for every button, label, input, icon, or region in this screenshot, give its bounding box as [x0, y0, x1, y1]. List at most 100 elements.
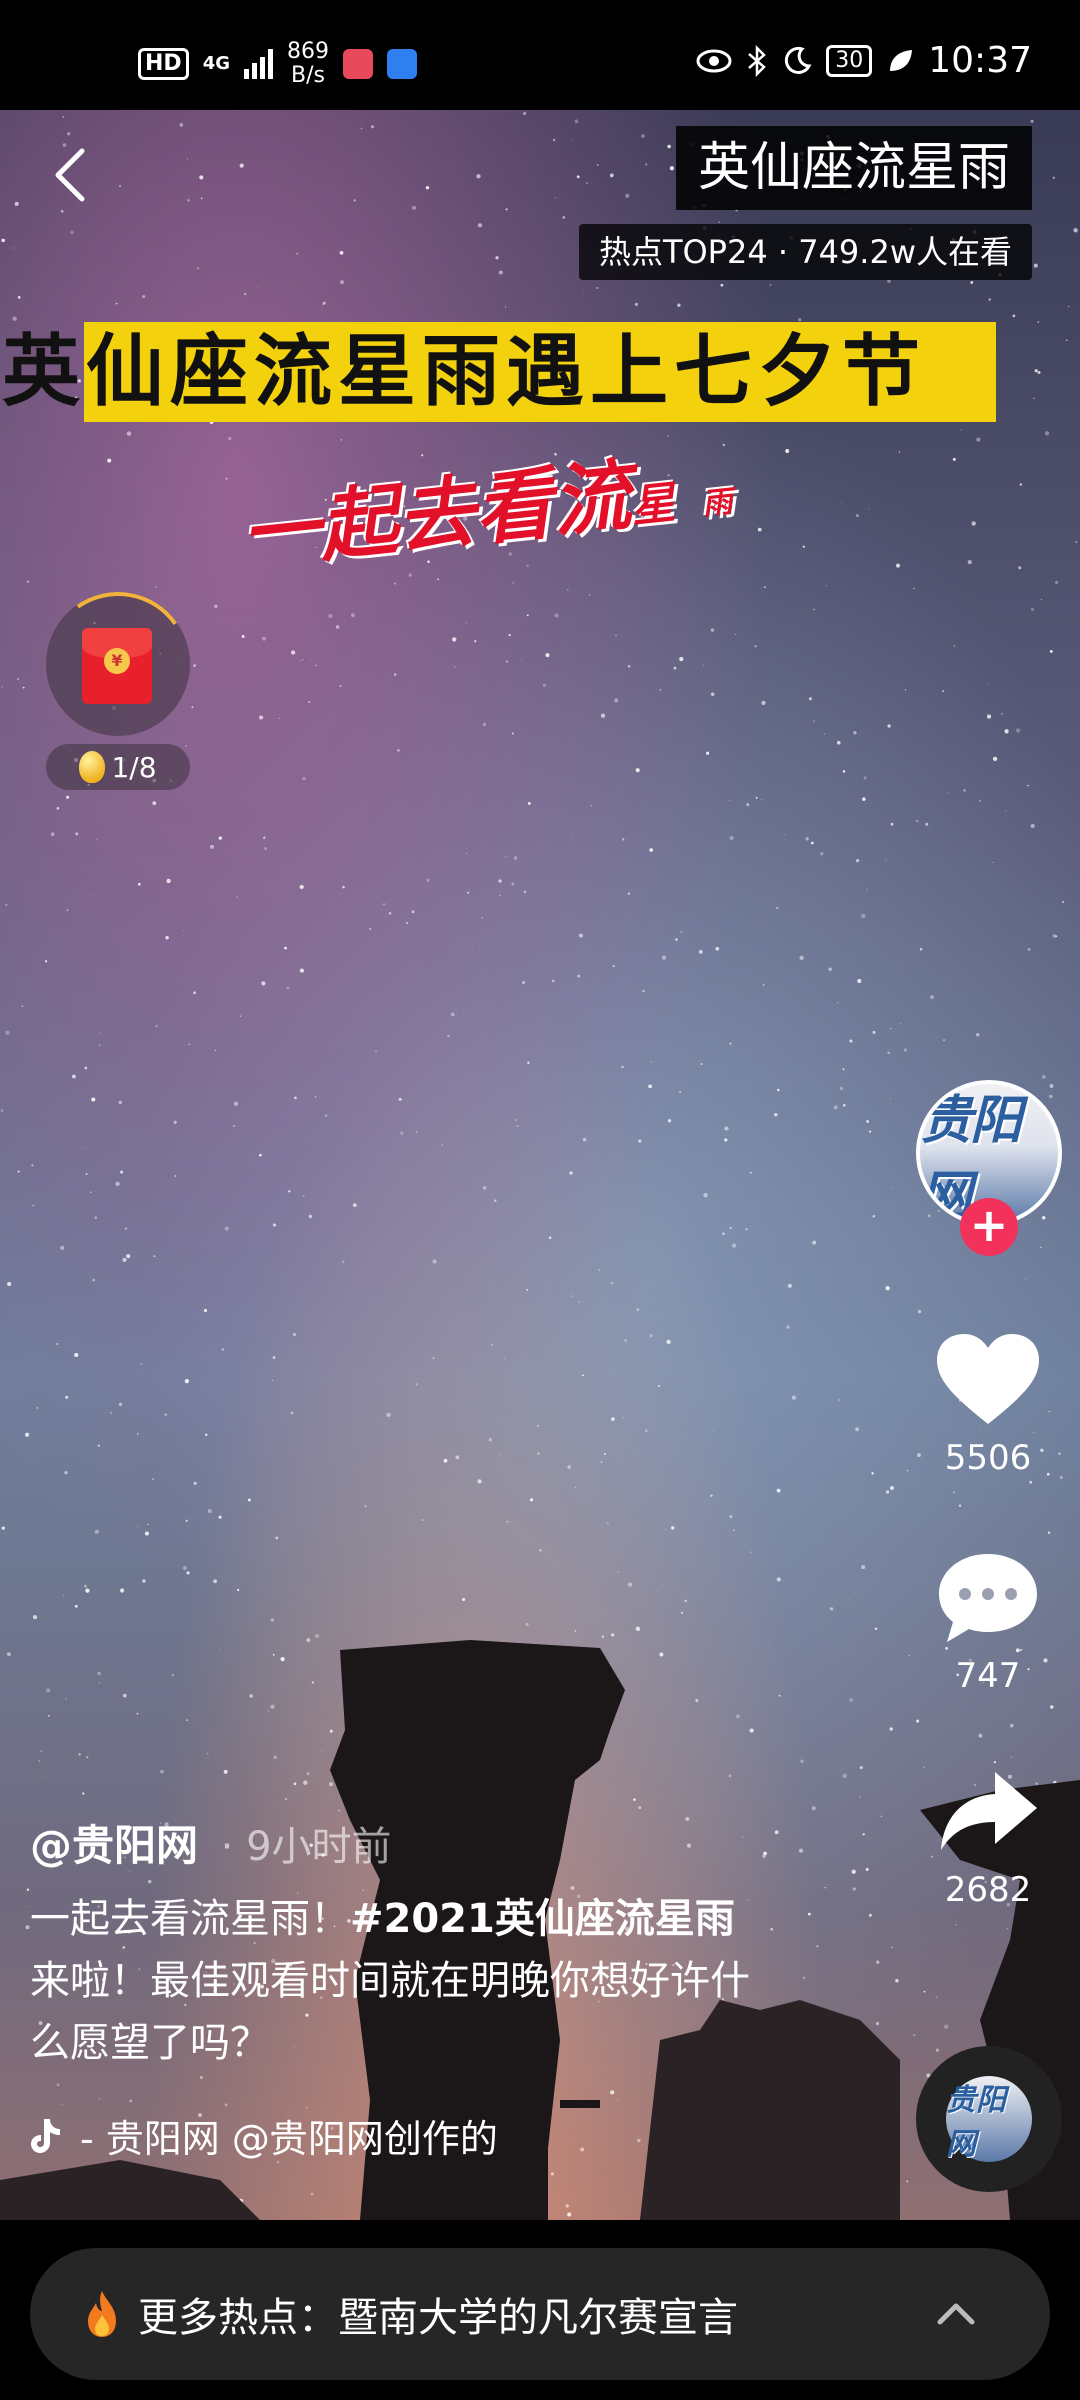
star: [567, 1465, 571, 1469]
star: [24, 1432, 30, 1437]
video-title[interactable]: 英仙座流星雨: [675, 126, 1032, 210]
star: [264, 847, 268, 850]
star: [930, 995, 934, 999]
star: [710, 692, 715, 696]
star: [627, 664, 631, 668]
star: [92, 1278, 95, 1282]
star: [986, 714, 992, 719]
star: [769, 283, 772, 287]
star: [680, 931, 683, 933]
more-hot-topics-bar[interactable]: 更多热点：暨南大学的凡尔赛宣言: [30, 2248, 1050, 2380]
star: [833, 1105, 838, 1110]
star: [474, 640, 477, 643]
subtitle-art-small: 雨: [700, 484, 735, 523]
star: [842, 770, 846, 773]
star: [173, 1120, 177, 1124]
star: [755, 796, 758, 799]
star: [204, 1433, 208, 1437]
star: [432, 1259, 437, 1264]
star: [948, 791, 950, 794]
star: [1062, 901, 1064, 903]
star: [729, 835, 734, 841]
star: [783, 833, 785, 836]
hashtag-link[interactable]: #2021英仙座流星雨: [350, 1896, 735, 1942]
star: [32, 1614, 38, 1620]
star: [839, 1086, 844, 1091]
star: [286, 986, 290, 990]
star: [842, 1103, 846, 1107]
headline-text: 英仙座流星雨遇上七夕节: [2, 327, 927, 417]
star: [1018, 566, 1022, 570]
star: [308, 700, 311, 704]
like-button[interactable]: 5506: [928, 1330, 1048, 1478]
star: [288, 1190, 291, 1193]
star: [703, 664, 705, 666]
star: [74, 1352, 79, 1358]
star: [967, 559, 972, 565]
red-packet-button[interactable]: ¥: [34, 580, 202, 748]
star: [394, 673, 397, 676]
follow-button[interactable]: +: [960, 1198, 1018, 1256]
star: [522, 111, 527, 116]
star: [89, 893, 92, 895]
star: [889, 1027, 892, 1030]
star: [60, 1245, 65, 1250]
star: [596, 286, 599, 290]
star: [862, 797, 866, 801]
star: [188, 1043, 190, 1045]
star: [775, 906, 779, 910]
star: [237, 1588, 240, 1592]
star: [90, 1191, 92, 1193]
star: [1040, 1246, 1042, 1249]
star: [17, 1170, 20, 1173]
star: [992, 756, 998, 762]
book-app-icon: [343, 49, 373, 79]
star: [764, 586, 766, 589]
star: [724, 1138, 728, 1142]
share-button[interactable]: 2682: [928, 1762, 1048, 1910]
star: [122, 1257, 127, 1262]
chevron-up-icon[interactable]: [934, 2292, 978, 2336]
star: [520, 660, 522, 662]
star: [769, 824, 770, 826]
star: [635, 768, 640, 773]
star: [278, 717, 280, 720]
star: [622, 1417, 624, 1419]
star: [120, 1170, 124, 1174]
star: [746, 803, 750, 807]
star: [272, 1223, 277, 1227]
star: [578, 933, 583, 938]
star: [462, 1597, 466, 1602]
star: [970, 281, 974, 284]
star: [886, 1490, 890, 1494]
star: [808, 697, 812, 701]
comment-button[interactable]: 747: [928, 1548, 1048, 1696]
music-disc[interactable]: 贵阳网: [916, 2046, 1062, 2192]
signal-icon: [244, 49, 273, 79]
star: [571, 1295, 574, 1297]
star: [32, 1204, 35, 1207]
star: [526, 614, 529, 617]
star: [314, 1096, 317, 1098]
star: [596, 164, 599, 166]
author-handle[interactable]: @贵阳网: [30, 1821, 198, 1870]
back-arrow-icon[interactable]: [48, 145, 98, 205]
star: [261, 981, 266, 986]
star: [904, 689, 907, 691]
star: [155, 586, 158, 589]
star: [302, 1195, 305, 1197]
music-info[interactable]: - 贵阳网 @贵阳网创作的: [30, 2108, 498, 2163]
star: [539, 1617, 541, 1618]
red-packet-progress[interactable]: 1/8: [46, 744, 190, 790]
star: [505, 306, 507, 308]
star: [118, 1402, 123, 1407]
star: [675, 938, 678, 941]
star: [671, 1526, 675, 1530]
hot-ranking-info[interactable]: 热点TOP24 · 749.2w人在看: [578, 224, 1032, 280]
star: [454, 666, 456, 668]
star: [136, 1433, 139, 1435]
star: [7, 1281, 12, 1287]
star: [99, 1032, 101, 1034]
star: [302, 659, 304, 661]
star: [749, 1551, 752, 1554]
